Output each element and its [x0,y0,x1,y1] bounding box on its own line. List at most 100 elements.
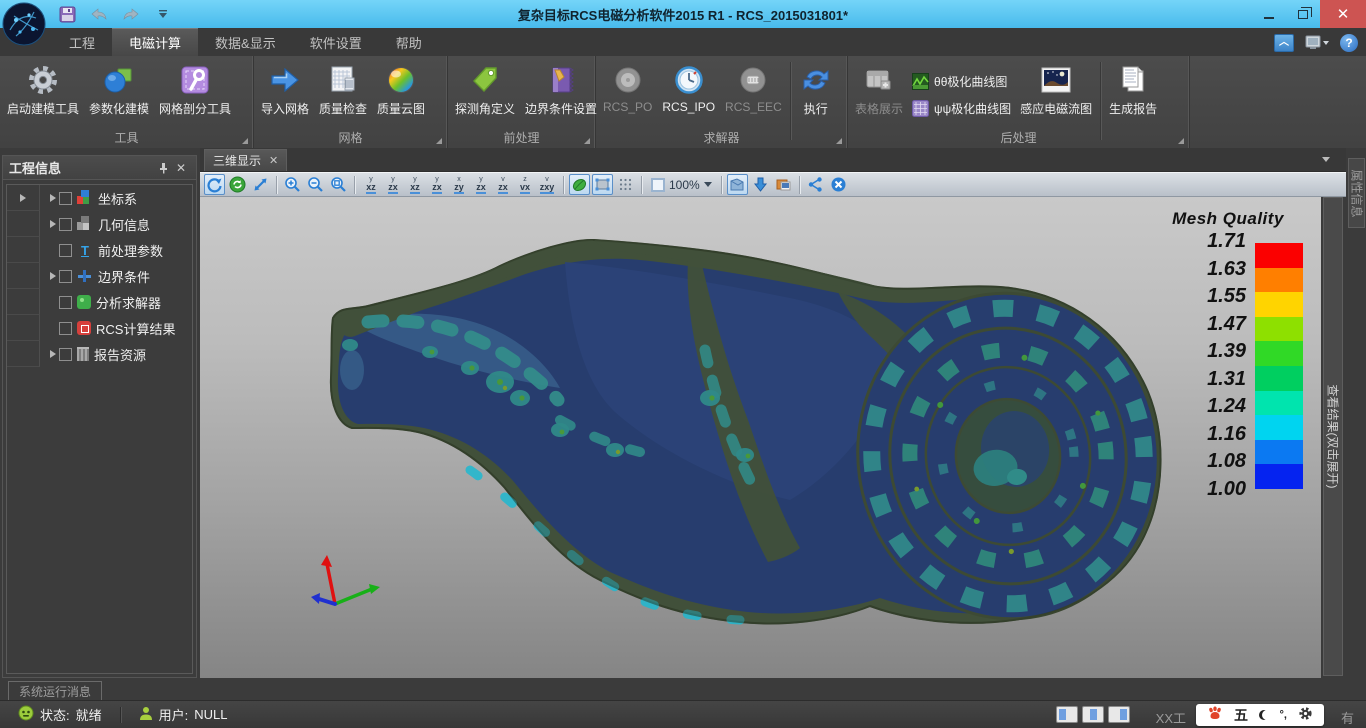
pin-icon[interactable] [154,160,172,176]
view-preset-button[interactable]: yxz [360,175,382,195]
ime-halfwidth-moon-icon[interactable] [1259,710,1269,720]
launch-modeling-tool-button[interactable]: 启动建模工具 [2,60,84,120]
tab-list-dropdown-icon[interactable] [1322,157,1330,162]
close-panel-icon[interactable]: ✕ [172,160,190,176]
ime-punctuation-icon[interactable]: °, [1279,709,1286,721]
root-expand-icon[interactable] [20,194,26,202]
view-preset-button[interactable]: vzx [492,175,514,195]
pan-view-button[interactable] [250,174,271,195]
expand-icon[interactable] [50,350,56,358]
tree-checkbox[interactable] [59,244,72,257]
expand-icon[interactable] [50,220,56,228]
execute-button[interactable]: 执行 [794,60,838,120]
save-button[interactable] [56,3,78,25]
tree-item[interactable]: 报告资源 [7,341,192,367]
view-preset-button[interactable]: vzxy [536,175,558,195]
view-results-collapsed-bar[interactable]: 查看结果(双击展开) [1323,197,1343,676]
snapshot-button[interactable] [773,174,794,195]
shaded-mode-button[interactable] [569,174,590,195]
close-tab-icon[interactable]: ✕ [269,154,278,167]
close-button[interactable]: ✕ [1320,0,1366,28]
display-device-icon[interactable] [1304,34,1330,52]
group-dialog-launcher[interactable] [836,138,842,144]
zoom-in-button[interactable] [282,174,303,195]
tree-checkbox[interactable] [59,192,72,205]
undo-button[interactable] [88,3,110,25]
induced-current-map-button[interactable]: 感应电磁流图 [1015,60,1097,120]
generate-report-button[interactable]: 生成报告 [1104,60,1162,120]
3d-canvas[interactable]: Mesh Quality 1.711.631.551.471.391.311.2… [200,197,1321,678]
solver-rcs-po-button[interactable]: RCS_PO [598,60,657,117]
restore-button[interactable] [1286,0,1320,28]
tree-item[interactable]: 前处理参数 [7,237,192,263]
tree-item[interactable]: 几何信息 [7,211,192,237]
minimize-button[interactable] [1252,0,1286,28]
boundary-settings-button[interactable]: 边界条件设置 [520,60,602,120]
view-preset-button[interactable]: yzx [382,175,404,195]
tree-item[interactable]: 分析求解器 [7,289,192,315]
ime-input-mode[interactable]: 五 [1234,705,1248,725]
psi-polarization-curve-button[interactable]: ψψ极化曲线图 [908,98,1015,119]
system-messages-tab[interactable]: 系统运行消息 [8,681,102,700]
theta-polarization-curve-button[interactable]: θθ极化曲线图 [908,71,1015,92]
group-dialog-launcher[interactable] [1178,138,1184,144]
tab-help[interactable]: 帮助 [379,28,439,56]
view-preset-button[interactable]: yxz [404,175,426,195]
tab-data-display[interactable]: 数据&显示 [198,28,293,56]
tree-checkbox[interactable] [59,270,72,283]
solver-rcs-ipo-button[interactable]: RCS_IPO [657,60,720,117]
clock-disc-icon [672,63,706,97]
tab-em-computation[interactable]: 电磁计算 [112,28,198,56]
view-preset-button[interactable]: yzx [426,175,448,195]
tree-checkbox[interactable] [59,296,72,309]
probe-angle-button[interactable]: 探测角定义 [450,60,520,120]
quick-access-dropdown-icon[interactable] [152,3,174,25]
plane-display-button[interactable] [592,174,613,195]
expand-icon[interactable] [50,272,56,280]
solver-rcs-eec-button[interactable]: RCS_EEC [720,60,787,117]
help-button[interactable]: ? [1340,34,1358,52]
expand-icon[interactable] [50,194,56,202]
tab-software-settings[interactable]: 软件设置 [293,28,379,56]
import-mesh-button[interactable]: 导入网格 [256,60,314,120]
properties-collapsed-tab[interactable]: 属性信息 [1348,158,1365,228]
collapse-ribbon-button[interactable]: ︿ [1274,34,1294,52]
cancel-button[interactable] [828,174,849,195]
table-display-button[interactable]: 表格展示 [850,60,908,120]
layout-center-button[interactable] [1082,706,1104,723]
link-nodes-button[interactable] [805,174,826,195]
group-dialog-launcher[interactable] [242,138,248,144]
group-dialog-launcher[interactable] [436,138,442,144]
view-preset-button[interactable]: zvx [514,175,536,195]
tree-item[interactable]: 边界条件 [7,263,192,289]
tree-item[interactable]: RCS计算结果 [7,315,192,341]
group-dialog-launcher[interactable] [584,138,590,144]
quality-contour-button[interactable]: 质量云图 [372,60,430,120]
view-preset-button[interactable]: xzy [448,175,470,195]
tree-checkbox[interactable] [59,322,72,335]
drop-down-arrow-button[interactable] [750,174,771,195]
layout-right-button[interactable] [1108,706,1130,723]
points-display-button[interactable] [615,174,636,195]
quality-check-button[interactable]: 质量检查 [314,60,372,120]
zoom-out-button[interactable] [305,174,326,195]
meshing-tool-button[interactable]: 网格剖分工具 [154,60,236,120]
view-preset-button[interactable]: yzx [470,175,492,195]
tab-project[interactable]: 工程 [52,28,112,56]
tree-checkbox[interactable] [59,218,72,231]
ime-logo-icon[interactable] [1207,706,1223,724]
zoom-level-dropdown[interactable]: 100% [647,177,716,193]
tab-3d-display[interactable]: 三维显示 ✕ [204,149,287,171]
redo-button[interactable] [120,3,142,25]
orbit-view-button[interactable] [227,174,248,195]
rotate-view-button[interactable] [204,174,225,195]
region-select-button[interactable] [727,174,748,195]
tree-item-icon [77,321,91,335]
tree-checkbox[interactable] [59,348,72,361]
ime-settings-gear-icon[interactable] [1298,706,1313,724]
parametric-modeling-button[interactable]: 参数化建模 [84,60,154,120]
tree-item[interactable]: 坐标系 [7,185,192,211]
zoom-fit-button[interactable] [328,174,349,195]
layout-left-button[interactable] [1056,706,1078,723]
app-logo-icon[interactable] [2,2,46,46]
